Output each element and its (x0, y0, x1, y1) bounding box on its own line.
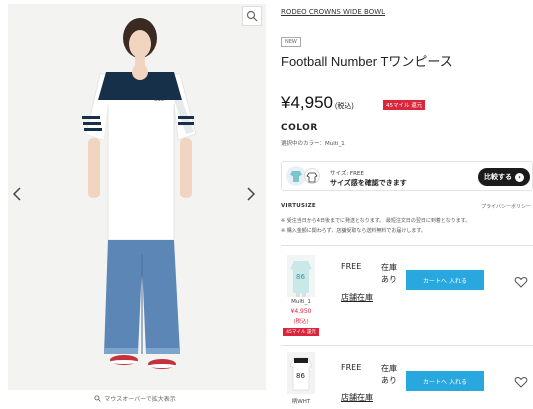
variant-price: ¥4,950 (290, 308, 312, 315)
compare-button-label: 比較する (484, 173, 512, 181)
price-value: ¥4,950 (281, 93, 333, 112)
variant-stock: 在庫 あり (381, 364, 397, 385)
zoom-caption: マウスオーバーで拡大表示 (0, 394, 270, 403)
variant-miles-badge: 45マイル 還元 (283, 328, 319, 336)
virtusize-footer: VIRTUSIZE プライバシーポリシー (281, 203, 533, 210)
store-stock-link[interactable]: 店舗在庫 (341, 292, 373, 303)
magnifier-icon (246, 10, 258, 22)
variant-tax: (税込) (293, 319, 309, 325)
store-stock-link[interactable]: 店舗在庫 (341, 392, 373, 403)
note-line: ※ 購入金額に関わらず、店舗受取なら送料無料でお届けします。 (281, 228, 426, 234)
zoom-caption-text: マウスオーバーで拡大表示 (104, 396, 176, 403)
favorite-button[interactable] (514, 274, 528, 288)
shipping-notes: ※ 受注当日から4日後までに発送となります。 最短注文日の翌日に到着となります。… (281, 216, 533, 236)
product-gallery: ~~~ マウスオーバーで拡大表示 (0, 0, 270, 409)
selected-color: 選択中のカラー：Multi_1 (281, 141, 345, 147)
add-to-cart-button[interactable]: カートへ 入れる (406, 371, 484, 391)
price: ¥4,950 (税込) (281, 93, 354, 113)
variant-size: FREE (341, 262, 362, 271)
previous-image-arrow[interactable] (10, 186, 24, 206)
chevron-right-icon: › (515, 172, 524, 182)
variant-name: 柄WHT (291, 399, 311, 405)
garment-icon (286, 166, 306, 186)
virtusize-size: サイズ: FREE (330, 171, 364, 177)
next-image-arrow[interactable] (244, 186, 258, 206)
heart-icon (514, 277, 528, 288)
virtusize-widget[interactable]: サイズ: FREE サイズ感を確認できます 比較する › (281, 161, 533, 191)
privacy-policy-link[interactable]: プライバシーポリシー (481, 203, 531, 210)
variant-thumbnail[interactable]: 86 (287, 255, 315, 297)
model-illustration: ~~~ (8, 4, 266, 390)
variant-row: 86 Multi_1 ¥4,950 (税込) 45マイル 還元 FREE 在庫 … (281, 255, 533, 343)
product-title: Football Number Tワンピース (281, 54, 453, 69)
virtusize-cta: サイズ感を確認できます (330, 179, 407, 187)
divider (281, 245, 533, 246)
virtusize-logo: VIRTUSIZE (281, 203, 316, 209)
price-tax: (税込) (335, 103, 354, 110)
svg-text:~~~: ~~~ (154, 98, 164, 103)
heart-icon (514, 377, 528, 388)
brand-link[interactable]: RODEO CROWNS WIDE BOWL (281, 8, 385, 16)
compare-garment-icon (304, 168, 320, 184)
note-line: ※ 受注当日から4日後までに発送となります。 最短注文日の翌日に到着となります。 (281, 218, 471, 224)
variant-size: FREE (341, 363, 362, 372)
add-to-cart-button[interactable]: カートへ 入れる (406, 270, 484, 290)
variant-stock: 在庫 あり (381, 263, 397, 284)
favorite-button[interactable] (514, 374, 528, 388)
chevron-left-icon (12, 187, 21, 201)
chevron-right-icon (247, 187, 256, 201)
divider (281, 345, 533, 346)
color-label: COLOR (281, 123, 318, 133)
variant-name: Multi_1 (291, 299, 311, 305)
magnifier-icon (94, 395, 101, 402)
miles-badge: 45マイル 還元 (383, 100, 426, 110)
compare-button[interactable]: 比較する › (478, 168, 530, 186)
product-photo[interactable]: ~~~ (8, 4, 266, 390)
svg-text:86: 86 (296, 273, 305, 281)
svg-text:86: 86 (296, 372, 305, 380)
variant-row: 86 柄WHT FREE 在庫 あり 店舗在庫 カートへ 入れる (281, 352, 533, 409)
variant-thumbnail[interactable]: 86 (287, 352, 315, 394)
new-badge: NEW (281, 37, 301, 47)
product-info: RODEO CROWNS WIDE BOWL NEW Football Numb… (281, 0, 533, 409)
zoom-button[interactable] (242, 6, 262, 26)
